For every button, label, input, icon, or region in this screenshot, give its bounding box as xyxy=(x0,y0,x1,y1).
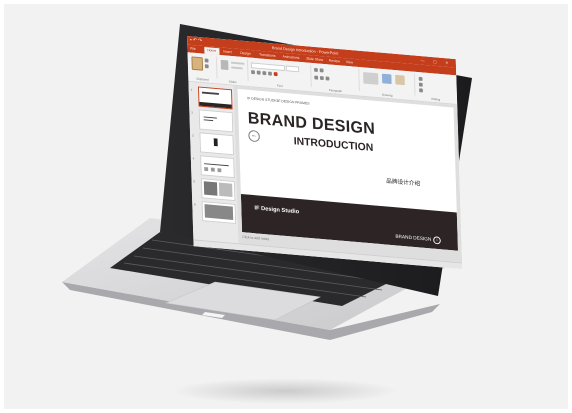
font-color-icon[interactable] xyxy=(273,72,278,77)
bullets-icon[interactable] xyxy=(314,67,318,73)
quick-access-toolbar[interactable]: ▪ ↶ ↷ xyxy=(190,37,202,44)
copy-icon[interactable] xyxy=(204,64,209,69)
slide-thumbnail[interactable] xyxy=(201,201,237,225)
thumb-text-line xyxy=(203,119,214,122)
thumb-text-line xyxy=(203,116,217,119)
notes-placeholder[interactable]: Click to add notes xyxy=(242,235,269,241)
ribbon-group-drawing: Drawing xyxy=(359,68,416,97)
ribbon-group-paragraph: Paragraph xyxy=(311,64,360,93)
italic-icon[interactable] xyxy=(256,70,261,75)
paste-icon[interactable] xyxy=(191,56,204,71)
thumb-number: 6 xyxy=(194,202,196,207)
thumb-graphic xyxy=(204,167,209,172)
tab-design[interactable]: Design xyxy=(240,50,251,57)
align-center-icon[interactable] xyxy=(319,75,324,81)
thumb-photo xyxy=(218,182,233,198)
ribbon-group-font: Font xyxy=(247,59,312,88)
thumb-photo xyxy=(204,204,234,220)
cut-icon[interactable] xyxy=(204,58,209,63)
tab-view[interactable]: View xyxy=(346,59,353,65)
mockup-stage: ▪ ↶ ↷ Brand Design Introduction - PowerP… xyxy=(0,0,572,413)
thumb-text-line xyxy=(204,163,229,167)
numbering-icon[interactable] xyxy=(319,68,324,73)
slide-thumbnail[interactable] xyxy=(200,178,236,202)
find-icon[interactable] xyxy=(418,76,423,81)
align-left-icon[interactable] xyxy=(314,75,319,80)
info-circle-icon: i xyxy=(433,236,441,245)
slide-footer-bar: IF Design Studio BRAND DESIGN i xyxy=(240,193,459,251)
thumb-number: 5 xyxy=(193,179,196,184)
thumb-bar xyxy=(199,101,232,109)
quick-styles-icon[interactable] xyxy=(395,74,405,86)
slide-title[interactable]: BRAND DESIGN xyxy=(248,109,376,139)
thumb-number: 4 xyxy=(192,156,195,161)
slide-top-note: IF DESIGN FRAMES xyxy=(277,99,310,106)
bold-icon[interactable] xyxy=(251,70,255,75)
thumb-number: 3 xyxy=(191,133,194,138)
layout-control[interactable] xyxy=(231,61,245,65)
thumb-number: 2 xyxy=(191,110,193,115)
underline-icon[interactable] xyxy=(262,71,267,76)
new-slide-icon[interactable] xyxy=(220,59,229,71)
arrow-left-icon: ← xyxy=(248,129,260,143)
ribbon-group-clipboard: Clipboard xyxy=(187,54,218,82)
slide-top-note: IF DESIGN STUDIO xyxy=(247,96,279,103)
thumb-number: 1 xyxy=(190,87,193,92)
replace-icon[interactable] xyxy=(418,82,423,87)
ribbon-group-editing: Editing xyxy=(415,74,456,102)
slide-subtitle[interactable]: INTRODUCTION xyxy=(294,136,374,154)
slide-chinese-title[interactable]: 品牌设计介绍 xyxy=(386,176,420,188)
tab-review[interactable]: Review xyxy=(329,58,340,65)
shapes-gallery-icon[interactable] xyxy=(363,72,379,85)
align-right-icon[interactable] xyxy=(325,76,330,81)
thumb-graphic xyxy=(217,168,222,173)
slide-thumbnail[interactable] xyxy=(197,86,233,110)
footer-brand-label[interactable]: BRAND DESIGN xyxy=(395,234,431,243)
slide-thumbnail[interactable] xyxy=(199,132,235,156)
thumb-photo xyxy=(203,181,218,196)
tab-insert[interactable]: Insert xyxy=(223,49,232,55)
strikethrough-icon[interactable] xyxy=(268,71,272,76)
current-slide[interactable]: IF DESIGN STUDIO IF DESIGN FRAMES BRAND … xyxy=(237,88,459,251)
slide-thumbnail[interactable] xyxy=(198,109,234,133)
thumb-title-line xyxy=(201,91,219,95)
ribbon-group-slides: Slides xyxy=(216,56,249,84)
font-name-select[interactable] xyxy=(250,62,285,72)
studio-name[interactable]: IF Design Studio xyxy=(254,206,299,216)
select-icon[interactable] xyxy=(419,88,423,93)
tab-file[interactable]: File xyxy=(190,46,196,52)
thumb-graphic xyxy=(210,167,215,172)
reset-control[interactable] xyxy=(231,66,243,70)
slide-editor: IF DESIGN STUDIO IF DESIGN FRAMES BRAND … xyxy=(233,85,463,263)
font-size-select[interactable] xyxy=(285,65,300,73)
arrange-icon[interactable] xyxy=(381,73,392,85)
slide-thumbnails-pane: 1 2 3 4 5 6 xyxy=(188,81,240,244)
thumb-graphic xyxy=(213,138,218,147)
powerpoint-window: ▪ ↶ ↷ Brand Design Introduction - PowerP… xyxy=(187,36,463,270)
slide-thumbnail[interactable] xyxy=(200,155,235,179)
